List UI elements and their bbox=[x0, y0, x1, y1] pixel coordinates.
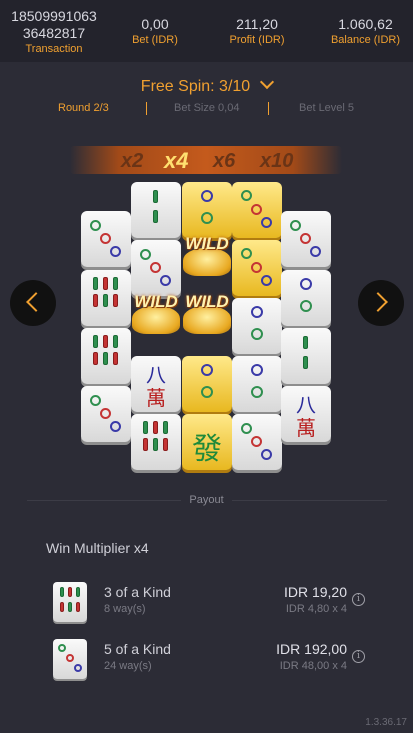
payout-heading: Payout bbox=[0, 494, 413, 506]
payout-row-ways: 8 way(s) bbox=[104, 603, 146, 615]
gold-tile-three-dots bbox=[232, 182, 282, 238]
profit-info: 211,20 Profit (IDR) bbox=[212, 8, 302, 47]
three-dots-tile-icon bbox=[53, 639, 87, 679]
payout-row: 5 of a Kind 24 way(s) IDR 192,00 IDR 48,… bbox=[0, 639, 413, 685]
divider bbox=[268, 102, 269, 115]
payout-row-amount: IDR 19,20 bbox=[283, 584, 347, 600]
tile-eight-character: 八 萬 bbox=[131, 356, 181, 412]
tile-two-bamboo bbox=[131, 182, 181, 238]
multiplier-x2: x2 bbox=[121, 150, 144, 172]
free-spin-title: Free Spin: 3/10 bbox=[140, 78, 251, 95]
round-info-row: Round 2/3 Bet Size 0,04 Bet Level 5 bbox=[0, 102, 413, 116]
bet-value: 0,00 bbox=[141, 16, 169, 32]
divider bbox=[146, 102, 147, 115]
tile-three-dots bbox=[232, 414, 282, 470]
multiplier-x4-active: x4 bbox=[164, 148, 189, 173]
tile-two-bamboo bbox=[281, 328, 331, 384]
profit-value: 211,20 bbox=[236, 16, 278, 32]
wild-symbol: WILD bbox=[177, 234, 237, 284]
tile-three-dots bbox=[81, 211, 131, 267]
gold-tile-two-dots bbox=[182, 356, 232, 412]
chevron-left-icon bbox=[26, 292, 46, 312]
gold-tile-green-dragon: 發 bbox=[182, 414, 232, 470]
payout-row-calc: IDR 48,00 x 4 bbox=[279, 660, 347, 672]
tile-bamboo bbox=[131, 414, 181, 470]
version-label: 1.3.36.17 bbox=[365, 717, 407, 728]
bet-label: Bet (IDR) bbox=[132, 34, 178, 46]
previous-button[interactable] bbox=[10, 280, 56, 326]
tile-three-dots bbox=[281, 211, 331, 267]
tile-two-dots bbox=[232, 298, 282, 354]
multiplier-x10: x10 bbox=[260, 150, 294, 172]
bet-level-label: Bet Level 5 bbox=[299, 102, 355, 114]
multiplier-banner bbox=[70, 146, 342, 174]
payout-row-ways: 24 way(s) bbox=[104, 660, 152, 672]
info-icon[interactable]: i bbox=[352, 650, 365, 663]
wild-text: WILD bbox=[185, 292, 229, 311]
gold-tile-three-dots bbox=[232, 240, 282, 296]
transaction-info: 18509991063 36482817 Transaction bbox=[4, 8, 104, 56]
transaction-id-line2: 36482817 bbox=[22, 25, 86, 41]
free-spin-selector[interactable]: Free Spin: 3/10 bbox=[0, 74, 413, 96]
chevron-down-icon[interactable] bbox=[260, 74, 275, 90]
payout-label: Payout bbox=[181, 494, 232, 506]
balance-label: Balance (IDR) bbox=[330, 34, 401, 46]
wild-symbol: WILD bbox=[177, 292, 237, 342]
tile-three-dots bbox=[81, 386, 131, 442]
tile-eight-character: 八 萬 bbox=[281, 386, 331, 442]
tile-two-dots bbox=[281, 270, 331, 326]
tile-bamboo bbox=[81, 328, 131, 384]
top-bar: 18509991063 36482817 Transaction 0,00 Be… bbox=[0, 0, 413, 62]
multiplier-x6: x6 bbox=[213, 150, 236, 172]
tile-three-dots bbox=[131, 240, 181, 296]
tile-two-dots bbox=[232, 356, 282, 412]
win-multiplier-label: Win Multiplier x4 bbox=[46, 540, 149, 556]
payout-row-name: 5 of a Kind bbox=[104, 641, 171, 657]
payout-row: 3 of a Kind 8 way(s) IDR 19,20 IDR 4,80 … bbox=[0, 582, 413, 628]
next-button[interactable] bbox=[358, 280, 404, 326]
wild-text: WILD bbox=[185, 234, 229, 253]
payout-row-calc: IDR 4,80 x 4 bbox=[285, 603, 347, 615]
bet-info: 0,00 Bet (IDR) bbox=[110, 8, 200, 47]
info-icon[interactable]: i bbox=[352, 593, 365, 606]
bamboo-tile-icon bbox=[53, 582, 87, 622]
balance-info: 1.060,62 Balance (IDR) bbox=[318, 8, 413, 47]
payout-row-amount: IDR 192,00 bbox=[276, 641, 347, 657]
transaction-label: Transaction bbox=[25, 43, 83, 55]
gold-tile-two-dots bbox=[182, 182, 232, 238]
round-label: Round 2/3 bbox=[58, 102, 109, 114]
chevron-right-icon bbox=[368, 292, 388, 312]
transaction-id-line1: 18509991063 bbox=[11, 8, 97, 24]
balance-value: 1.060,62 bbox=[338, 16, 393, 32]
bet-size-label: Bet Size 0,04 bbox=[174, 102, 240, 114]
profit-label: Profit (IDR) bbox=[229, 34, 285, 46]
tile-bamboo bbox=[81, 270, 131, 326]
payout-row-name: 3 of a Kind bbox=[104, 584, 171, 600]
